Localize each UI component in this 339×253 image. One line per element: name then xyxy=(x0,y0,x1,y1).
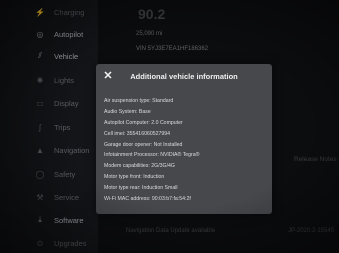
dialog-title: Additional vehicle information xyxy=(130,72,238,81)
info-row-motor-rear: Motor type rear: Induction Small xyxy=(104,185,178,191)
sidebar-item-label: Vehicle xyxy=(54,51,79,61)
sidebar-item-label: Upgrades xyxy=(54,238,87,248)
release-notes-link[interactable]: Release Notes xyxy=(294,156,337,163)
info-row-garage-door-opener: Garage door opener: Not Installed xyxy=(104,142,183,148)
sidebar-item-display[interactable]: ▭ Display xyxy=(0,93,98,113)
odometer-partial: 90.2 xyxy=(138,6,166,22)
sidebar-item-trips[interactable]: ∫ Trips xyxy=(0,117,98,137)
sidebar-item-label: Display xyxy=(54,98,79,108)
navigation-icon: ▲ xyxy=(36,145,44,155)
sidebar-item-label: Lights xyxy=(54,75,75,85)
sidebar-item-vehicle[interactable]: ⫽ Vehicle xyxy=(0,46,98,66)
additional-vehicle-info-dialog: ✕ Additional vehicle information Air sus… xyxy=(96,64,272,214)
display-icon: ▭ xyxy=(36,98,44,108)
sidebar-item-label: Safety xyxy=(54,169,76,179)
trips-icon: ∫ xyxy=(38,122,42,132)
sidebar-item-charging[interactable]: ⚡ Charging xyxy=(0,2,98,22)
vin-text: VIN 5YJ3E7EA1HF186362 xyxy=(136,46,209,52)
sidebar-item-safety[interactable]: ◯ Safety xyxy=(0,164,98,184)
info-row-autopilot-computer: Autopilot Computer: 2.0 Computer xyxy=(104,120,183,126)
info-row-cell-imei: Cell imei: 355416060527994 xyxy=(104,131,171,137)
sidebar-item-service[interactable]: ⚒ Service xyxy=(0,187,98,207)
screen: ⚡ Charging ◎ Autopilot ⫽ Vehicle ✺ Light… xyxy=(0,0,339,253)
sidebar-item-autopilot[interactable]: ◎ Autopilot xyxy=(0,24,98,44)
info-row-motor-front: Motor type front: Induction xyxy=(104,174,165,180)
info-row-wifi-mac: Wi-Fi MAC address: 90:03:b7:fa:54:2f xyxy=(104,196,191,202)
sidebar-item-label: Trips xyxy=(54,122,71,132)
steering-wheel-icon: ◎ xyxy=(36,29,44,39)
sidebar-item-navigation[interactable]: ▲ Navigation xyxy=(0,140,98,160)
info-row-infotainment-processor: Infotainment Processor: NVIDIA® Tegra® xyxy=(104,152,200,158)
download-icon: ⤓ xyxy=(38,215,42,224)
vehicle-icon: ⫽ xyxy=(38,51,42,60)
sidebar-item-software[interactable]: ⤓ Software xyxy=(0,210,98,230)
sidebar-item-upgrades[interactable]: ⊙ Upgrades xyxy=(0,233,98,253)
software-version-text: JP-2020.2-15545 xyxy=(288,228,335,234)
sidebar-item-lights[interactable]: ✺ Lights xyxy=(0,70,98,90)
odometer-value: 25,090 mi xyxy=(136,31,163,37)
charging-icon: ⚡ xyxy=(35,7,45,17)
sidebar-item-label: Autopilot xyxy=(54,29,84,39)
sidebar-item-label: Software xyxy=(54,215,84,225)
wrench-icon: ⚒ xyxy=(36,192,44,202)
sidebar-item-label: Service xyxy=(54,192,80,202)
info-row-audio-system: Audio System: Base xyxy=(104,109,151,115)
sidebar-item-label: Navigation xyxy=(54,145,90,155)
info-row-modem-capabilities: Modem capabilities: 2G/3G/4G xyxy=(104,163,175,169)
info-row-air-suspension: Air suspension type: Standard xyxy=(104,98,174,104)
settings-sidebar: ⚡ Charging ◎ Autopilot ⫽ Vehicle ✺ Light… xyxy=(0,0,98,253)
sidebar-item-label: Charging xyxy=(54,7,85,17)
nav-data-update-text: Navigation Data Update available xyxy=(126,228,216,234)
lights-icon: ✺ xyxy=(36,75,44,85)
safety-icon: ◯ xyxy=(35,169,45,179)
upgrades-icon: ⊙ xyxy=(36,238,44,248)
